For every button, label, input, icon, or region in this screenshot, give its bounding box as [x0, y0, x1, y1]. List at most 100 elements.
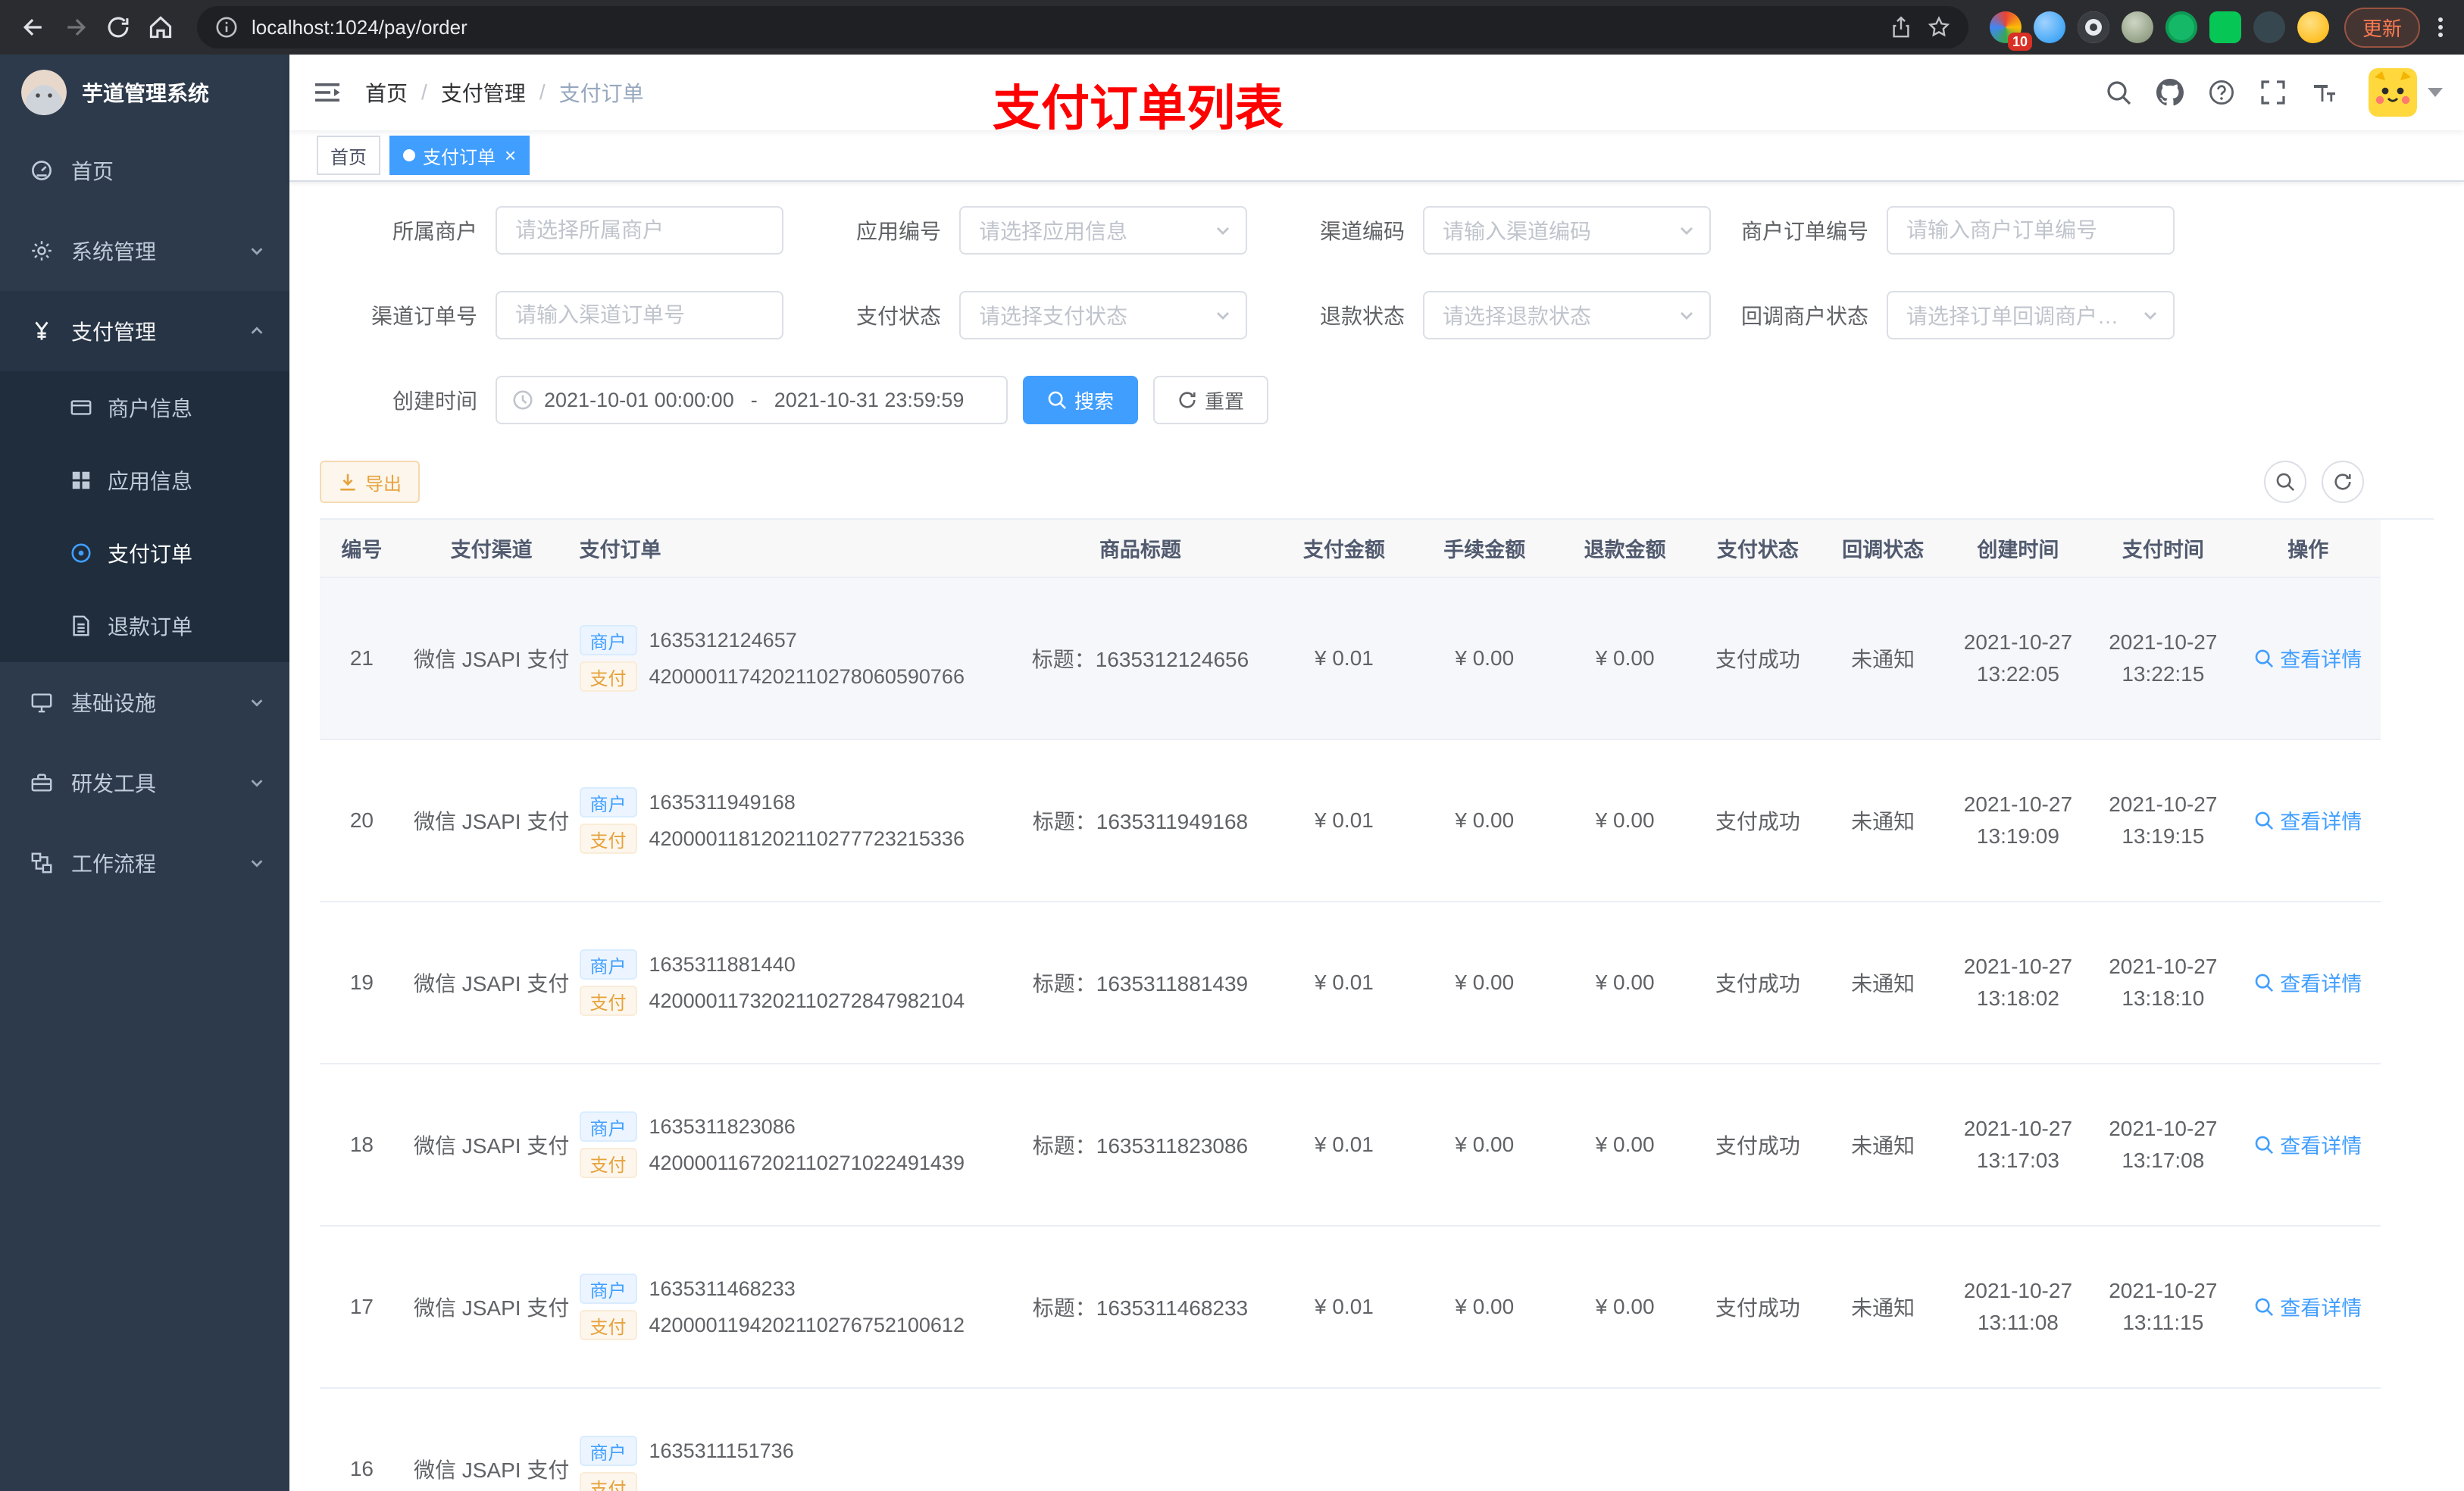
search-icon[interactable] [2105, 79, 2132, 106]
table-row[interactable]: 20 微信 JSAPI 支付 商户 1635311949168 支付 4200001… [320, 739, 2381, 902]
sidebar-item-infra[interactable]: 基础设施 [0, 662, 289, 742]
extension-colorful-icon[interactable]: 10 [1989, 11, 2032, 51]
refresh-icon[interactable] [97, 6, 139, 48]
refund-status-select[interactable]: 请选择退款状态 [1423, 291, 1711, 339]
page: localhost:1024/pay/order 10 更新 芋道管理系统 首页… [0, 0, 2464, 1491]
credit-card-icon [70, 400, 92, 415]
refresh-table-button[interactable] [2322, 461, 2364, 503]
menu-dots-icon[interactable] [2429, 17, 2452, 37]
fullscreen-icon[interactable] [2259, 79, 2287, 106]
help-icon[interactable] [2208, 79, 2235, 106]
forward-icon[interactable] [55, 6, 97, 48]
filter-buttons: 搜索 重置 [1023, 376, 1269, 424]
app-id-select[interactable]: 请选择应用信息 [959, 206, 1247, 255]
extension-blue-icon[interactable] [2033, 11, 2065, 43]
download-icon [340, 474, 355, 491]
sidebar: 芋道管理系统 首页 系统管理 支付管理 商户信息 应用信息 支付订单 退款订单 … [0, 55, 289, 1491]
extension-green-check-icon[interactable] [2165, 11, 2197, 43]
view-detail-link[interactable]: 查看详情 [2254, 967, 2362, 997]
chevron-down-icon [1217, 227, 1229, 235]
logo-avatar [21, 70, 67, 115]
home-icon[interactable] [139, 6, 182, 48]
table-row[interactable]: 21 微信 JSAPI 支付 商户 1635312124657 支付 4200001… [320, 577, 2381, 740]
info-icon[interactable] [215, 16, 238, 39]
export-button[interactable]: 导出 [320, 461, 420, 503]
merchant-input[interactable] [496, 206, 783, 255]
breadcrumb: 首页 / 支付管理 / 支付订单 [365, 77, 644, 108]
sidebar-item-system[interactable]: 系统管理 [0, 211, 289, 291]
back-icon[interactable] [12, 6, 55, 48]
table-row[interactable]: 17 微信 JSAPI 支付 商户 1635311468233 支付 4200001… [320, 1226, 2381, 1389]
extension-dark-icon[interactable] [2077, 11, 2109, 43]
github-icon[interactable] [2156, 79, 2184, 106]
breadcrumb-separator: / [421, 80, 427, 104]
url-text: localhost:1024/pay/order [252, 15, 467, 39]
extension-pin-icon[interactable] [2253, 11, 2285, 43]
reset-button[interactable]: 重置 [1153, 376, 1269, 424]
pay-badge: 支付 [579, 661, 637, 692]
table-row[interactable]: 18 微信 JSAPI 支付 商户 1635311823086 支付 4200001… [320, 1064, 2381, 1227]
col-callback-status: 回调状态 [1820, 520, 1946, 578]
view-detail-link[interactable]: 查看详情 [2254, 805, 2362, 835]
share-icon[interactable] [1890, 16, 1912, 39]
callback-status-select[interactable]: 请选择订单回调商户状态 [1887, 291, 2175, 339]
view-detail-link[interactable]: 查看详情 [2254, 1292, 2362, 1321]
font-size-icon[interactable] [2311, 79, 2338, 106]
pay-status-select[interactable]: 请选择支付状态 [959, 291, 1247, 339]
sidebar-item-devtools[interactable]: 研发工具 [0, 742, 289, 823]
filter-app-id: 应用编号 请选择应用信息 [783, 206, 1247, 255]
main-area: 首页 / 支付管理 / 支付订单 支付订单列表 首页 支付订单 × 所属商户 请… [289, 55, 2464, 1491]
filter-merchant: 所属商户 [320, 206, 783, 255]
merchant-order-no-input[interactable] [1887, 206, 2175, 255]
filter-callback-status: 回调商户状态 请选择订单回调商户状态 [1711, 291, 2175, 339]
view-detail-link[interactable]: 查看详情 [2254, 1130, 2362, 1159]
breadcrumb-item[interactable]: 首页 [365, 77, 408, 108]
search-icon [1048, 391, 1067, 410]
col-pay-time: 支付时间 [2090, 520, 2236, 578]
chevron-down-icon [1681, 227, 1693, 235]
workflow-icon [31, 852, 52, 874]
search-icon [2276, 473, 2295, 492]
sidebar-logo[interactable]: 芋道管理系统 [0, 55, 289, 130]
sidebar-item-payment[interactable]: 支付管理 [0, 291, 289, 371]
address-bar[interactable]: localhost:1024/pay/order [197, 6, 1968, 48]
extension-gray-icon[interactable] [2121, 11, 2153, 43]
view-detail-link[interactable]: 查看详情 [2254, 643, 2362, 673]
table-row[interactable]: 19 微信 JSAPI 支付 商户 1635311881440 支付 4200001… [320, 902, 2381, 1064]
show-search-button[interactable] [2264, 461, 2306, 503]
sidebar-item-merchant-info[interactable]: 商户信息 [0, 371, 289, 444]
chevron-down-icon [2144, 312, 2156, 320]
sidebar-item-home[interactable]: 首页 [0, 130, 289, 211]
filter-row-1: 所属商户 应用编号 请选择应用信息 渠道编码 请输入渠道编码 [320, 206, 2434, 255]
search-icon [2255, 811, 2274, 830]
search-icon [2255, 974, 2274, 992]
search-button[interactable]: 搜索 [1023, 376, 1139, 424]
date-start: 2021-10-01 00:00:00 [544, 388, 734, 411]
extension-chat-icon[interactable] [2209, 11, 2241, 43]
tab-close-icon[interactable]: × [503, 145, 516, 165]
yen-icon [35, 321, 48, 340]
chevron-down-icon [249, 242, 265, 259]
profile-avatar-icon[interactable] [2297, 11, 2329, 43]
breadcrumb-item[interactable]: 支付管理 [441, 77, 526, 108]
tab-pay-order[interactable]: 支付订单 × [389, 136, 530, 175]
sidebar-item-pay-order[interactable]: 支付订单 [0, 517, 289, 589]
date-range-picker[interactable]: 2021-10-01 00:00:00 - 2021-10-31 23:59:5… [496, 376, 1008, 424]
col-fee: 手续金额 [1414, 520, 1555, 578]
extension-badge: 10 [2007, 33, 2032, 51]
user-menu[interactable] [2369, 68, 2443, 117]
hamburger-icon[interactable] [289, 77, 365, 108]
sidebar-item-workflow[interactable]: 工作流程 [0, 823, 289, 903]
tab-home[interactable]: 首页 [317, 136, 380, 175]
star-icon[interactable] [1928, 16, 1950, 39]
channel-order-no-input[interactable] [496, 291, 783, 339]
col-action: 操作 [2235, 520, 2381, 578]
sidebar-item-refund-order[interactable]: 退款订单 [0, 589, 289, 662]
date-end: 2021-10-31 23:59:59 [774, 388, 965, 411]
col-id: 编号 [320, 520, 404, 578]
table-row-partial[interactable]: 16 微信 JSAPI 支付 商户 1635311151736 支付 [320, 1388, 2381, 1491]
update-button[interactable]: 更新 [2344, 7, 2420, 48]
channel-code-select[interactable]: 请输入渠道编码 [1423, 206, 1711, 255]
sidebar-item-app-info[interactable]: 应用信息 [0, 444, 289, 517]
refresh-icon [2334, 474, 2351, 490]
